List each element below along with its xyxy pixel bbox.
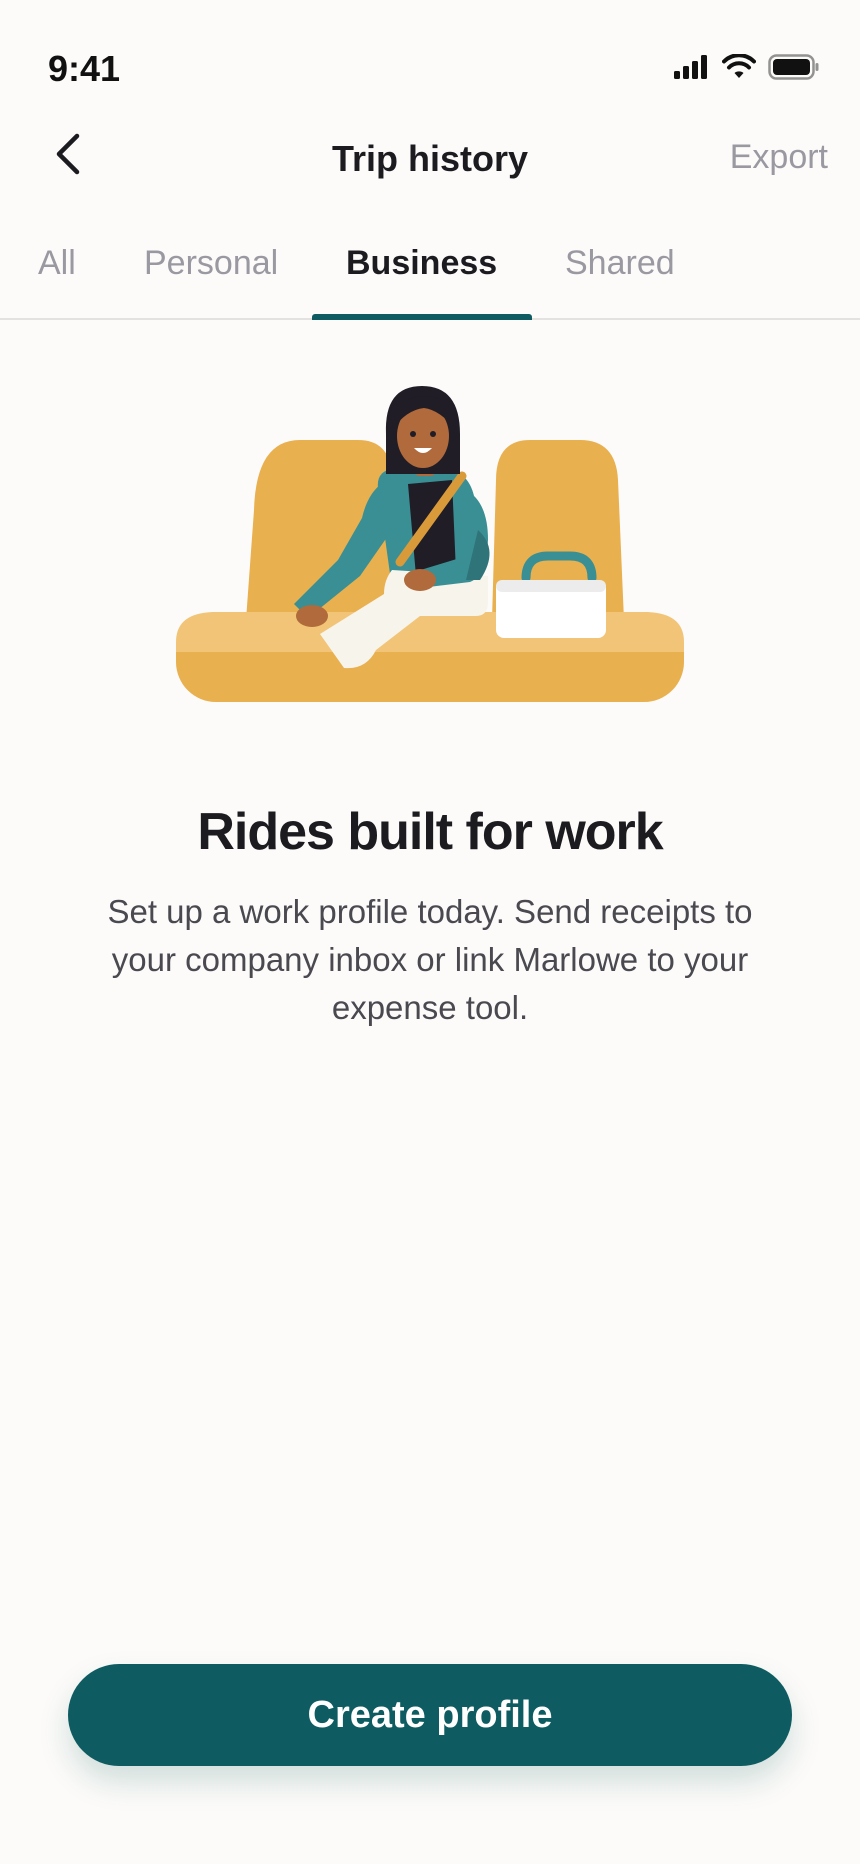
active-tab-indicator: [312, 314, 532, 320]
status-bar: 9:41: [0, 0, 860, 120]
battery-icon: [768, 54, 820, 85]
person-in-car-seat-illustration: [170, 380, 690, 710]
empty-state-heading: Rides built for work: [197, 803, 663, 861]
export-button[interactable]: Export: [730, 138, 828, 177]
status-time: 9:41: [48, 48, 121, 89]
empty-state-description: Set up a work profile today. Send receip…: [107, 893, 753, 1026]
tab-all[interactable]: All: [38, 244, 76, 283]
tab-business[interactable]: Business: [346, 244, 497, 283]
trip-filter-tabs: All Personal Business Shared: [0, 230, 860, 320]
wifi-icon: [722, 53, 756, 85]
tab-shared[interactable]: Shared: [565, 244, 675, 283]
signal-icon: [674, 55, 710, 84]
tab-personal[interactable]: Personal: [144, 244, 278, 283]
create-profile-button[interactable]: Create profile: [68, 1664, 792, 1766]
nav-bar: Trip history Export: [0, 120, 860, 200]
status-icons: [674, 53, 820, 85]
